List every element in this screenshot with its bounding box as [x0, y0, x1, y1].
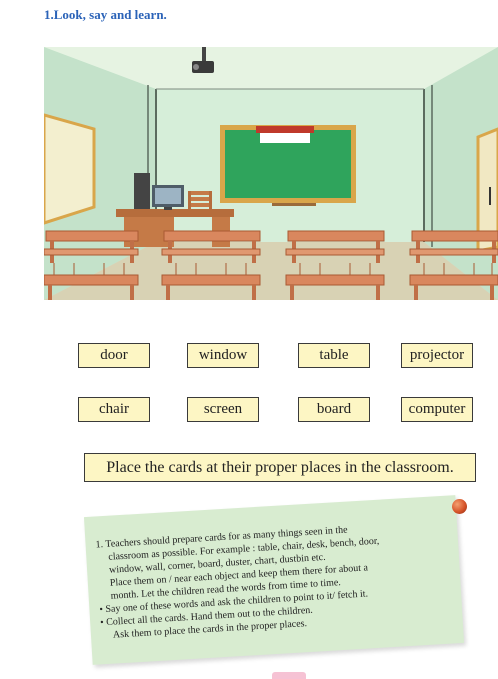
push-pin-icon — [452, 499, 467, 514]
page-tab-marker — [272, 672, 306, 679]
word-card-table[interactable]: table — [298, 343, 370, 368]
instruction-card: Place the cards at their proper places i… — [84, 453, 476, 482]
word-card-screen[interactable]: screen — [187, 397, 259, 422]
teacher-note: 1. Teachers should prepare cards for as … — [83, 495, 465, 665]
exercise-heading: 1.Look, say and learn. — [44, 7, 167, 22]
word-card-computer[interactable]: computer — [401, 397, 473, 422]
teacher-note-text: 1. Teachers should prepare cards for as … — [95, 518, 451, 643]
word-card-board[interactable]: board — [298, 397, 370, 422]
word-card-door[interactable]: door — [78, 343, 150, 368]
word-card-projector[interactable]: projector — [401, 343, 473, 368]
word-card-chair[interactable]: chair — [78, 397, 150, 422]
classroom-illustration — [44, 47, 498, 300]
word-card-window[interactable]: window — [187, 343, 259, 368]
